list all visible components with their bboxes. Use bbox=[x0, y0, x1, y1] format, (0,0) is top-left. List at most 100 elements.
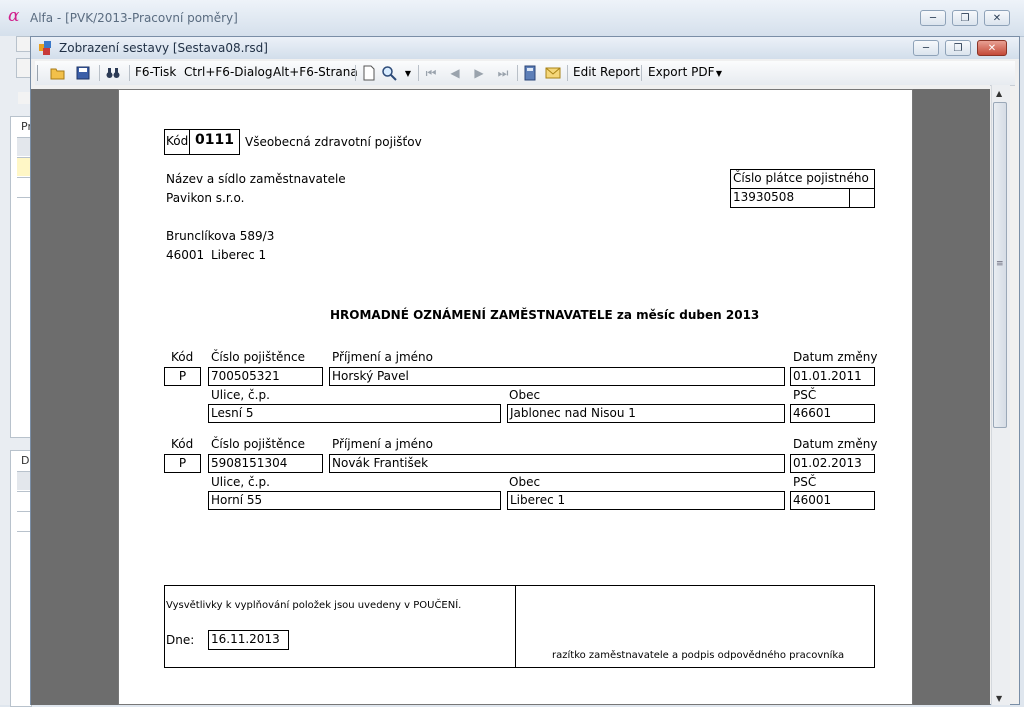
employer-label: Název a sídlo zaměstnavatele bbox=[166, 172, 346, 186]
entry-psc: 46601 bbox=[793, 406, 832, 420]
restore-icon: ❐ bbox=[960, 12, 970, 24]
entry-town-field: Jablonec nad Nisou 1 bbox=[507, 404, 785, 423]
minimize-icon: ─ bbox=[929, 12, 937, 24]
col-psc-label: PSČ bbox=[793, 475, 817, 489]
page-setup-icon[interactable] bbox=[361, 65, 377, 81]
kod-label: Kód bbox=[166, 134, 189, 148]
entry-change-date: 01.01.2011 bbox=[793, 369, 862, 383]
print-button[interactable]: F6-Tisk bbox=[135, 65, 176, 79]
col-kod-label: Kód bbox=[171, 437, 194, 451]
col-name-label: Příjmení a jméno bbox=[332, 437, 433, 451]
col-town-label: Obec bbox=[509, 388, 541, 402]
left-grid-panel[interactable]: Pr bbox=[10, 116, 32, 438]
binoculars-icon[interactable] bbox=[105, 65, 121, 81]
outer-window-title: Alfa - [PVK/2013-Pracovní poměry] bbox=[30, 11, 238, 25]
entry-psc: 46001 bbox=[793, 493, 832, 507]
col-insured-no-label: Číslo pojištěnce bbox=[211, 350, 306, 364]
signature-label: razítko zaměstnavatele a podpis odpovědn… bbox=[552, 650, 845, 661]
previous-page-icon[interactable]: ◀ bbox=[447, 65, 463, 81]
col-insured-no-label: Číslo pojištěnce bbox=[211, 437, 306, 451]
payer-label: Číslo plátce pojistného bbox=[733, 171, 869, 185]
first-page-icon[interactable]: ⏮ bbox=[423, 65, 439, 81]
entry-kod: P bbox=[178, 369, 187, 383]
col-change-date-label: Datum změny bbox=[793, 437, 878, 451]
entry-change-date-field: 01.01.2011 bbox=[790, 367, 875, 386]
insurer-name: Všeobecná zdravotní pojišťov bbox=[245, 135, 422, 149]
entry-town: Liberec 1 bbox=[510, 493, 566, 507]
inner-minimize-button[interactable]: ─ bbox=[913, 40, 939, 56]
entry-insured-no-field: 5908151304 bbox=[208, 454, 323, 473]
entry-kod: P bbox=[178, 456, 187, 470]
col-name-label: Příjmení a jméno bbox=[332, 350, 433, 364]
kod-value-box: 0111 bbox=[189, 129, 240, 155]
entry-name-field: Novák František bbox=[329, 454, 785, 473]
edit-report-button[interactable]: Edit Report bbox=[573, 65, 640, 79]
restore-icon: ❐ bbox=[953, 42, 963, 54]
col-kod-label: Kód bbox=[171, 350, 194, 364]
entry-street: Horní 55 bbox=[211, 493, 263, 507]
outer-minimize-button[interactable]: ─ bbox=[920, 10, 946, 26]
payer-number-box: 13930508 bbox=[730, 188, 850, 208]
payer-label-box: Číslo plátce pojistného bbox=[730, 169, 875, 189]
instructions-note: Vysvětlivky k vyplňování položek jsou uv… bbox=[166, 600, 462, 611]
entry-name: Novák František bbox=[332, 456, 429, 470]
inner-window-title: Zobrazení sestavy [Sestava08.rsd] bbox=[59, 41, 268, 55]
export-dropdown-chevron-icon[interactable]: ▼ bbox=[711, 65, 727, 81]
entry-street: Lesní 5 bbox=[211, 406, 254, 420]
entry-town: Jablonec nad Nisou 1 bbox=[510, 406, 636, 420]
report-toolbar: F6-Tisk Ctrl+F6-Dialog Alt+F6-Strana ▼ ⏮… bbox=[35, 61, 1015, 86]
preview-right-margin bbox=[913, 89, 990, 705]
calculator-icon[interactable] bbox=[522, 65, 538, 81]
dialog-button[interactable]: Ctrl+F6-Dialog bbox=[184, 65, 273, 79]
entry-name-field: Horský Pavel bbox=[329, 367, 785, 386]
scrollbar-grip-icon: ≡ bbox=[996, 259, 1004, 269]
outer-restore-button[interactable]: ❐ bbox=[952, 10, 978, 26]
employer-name: Pavikon s.r.o. bbox=[166, 191, 245, 205]
entry-name: Horský Pavel bbox=[332, 369, 409, 383]
outer-left-panel: Pr De bbox=[0, 36, 36, 707]
page-button[interactable]: Alt+F6-Strana bbox=[273, 65, 358, 79]
signature-box-divider bbox=[515, 585, 516, 668]
left-detail-panel[interactable]: De bbox=[10, 450, 36, 707]
kod-label-box: Kód bbox=[164, 129, 190, 155]
report-heading: HROMADNÉ OZNÁMENÍ ZAMĚSTNAVATELE za měsí… bbox=[330, 308, 760, 322]
inner-close-button[interactable]: ✕ bbox=[977, 40, 1007, 56]
entry-street-field: Lesní 5 bbox=[208, 404, 501, 423]
scroll-down-icon[interactable]: ▼ bbox=[996, 694, 1002, 703]
next-page-icon[interactable]: ▶ bbox=[471, 65, 487, 81]
inner-restore-button[interactable]: ❐ bbox=[945, 40, 971, 56]
date-label: Dne: bbox=[166, 633, 195, 647]
employer-zip: 46001 bbox=[166, 248, 205, 262]
payer-number: 13930508 bbox=[733, 190, 795, 204]
zoom-dropdown-chevron-icon[interactable]: ▼ bbox=[400, 65, 416, 81]
left-toolbar-icon bbox=[18, 92, 30, 104]
minimize-icon: ─ bbox=[922, 42, 930, 54]
kod-value: 0111 bbox=[195, 132, 234, 148]
close-icon: ✕ bbox=[992, 12, 1002, 24]
payer-extra-box bbox=[849, 188, 875, 208]
outer-close-button[interactable]: ✕ bbox=[984, 10, 1010, 26]
entry-psc-field: 46001 bbox=[790, 491, 875, 510]
entry-change-date-field: 01.02.2013 bbox=[790, 454, 875, 473]
entry-kod-field: P bbox=[164, 367, 201, 386]
date-value: 16.11.2013 bbox=[211, 632, 280, 646]
export-pdf-button[interactable]: Export PDF bbox=[648, 65, 714, 79]
entry-insured-no-field: 700505321 bbox=[208, 367, 323, 386]
email-icon[interactable] bbox=[545, 65, 561, 81]
last-page-icon[interactable]: ⏭ bbox=[495, 65, 511, 81]
entry-insured-no: 700505321 bbox=[211, 369, 280, 383]
close-icon: ✕ bbox=[987, 42, 997, 54]
entry-kod-field: P bbox=[164, 454, 201, 473]
col-street-label: Ulice, č.p. bbox=[211, 475, 270, 489]
employer-city: Liberec 1 bbox=[211, 248, 267, 262]
employer-street: Brunclíkova 589/3 bbox=[166, 229, 275, 243]
inner-title-bar: Zobrazení sestavy [Sestava08.rsd] ─ ❐ ✕ bbox=[31, 37, 1019, 59]
save-icon[interactable] bbox=[75, 65, 91, 81]
entry-town-field: Liberec 1 bbox=[507, 491, 785, 510]
open-folder-icon[interactable] bbox=[50, 65, 66, 81]
col-change-date-label: Datum změny bbox=[793, 350, 878, 364]
col-street-label: Ulice, č.p. bbox=[211, 388, 270, 402]
zoom-icon[interactable] bbox=[381, 65, 397, 81]
scroll-up-icon[interactable]: ▲ bbox=[996, 89, 1002, 98]
col-town-label: Obec bbox=[509, 475, 541, 489]
